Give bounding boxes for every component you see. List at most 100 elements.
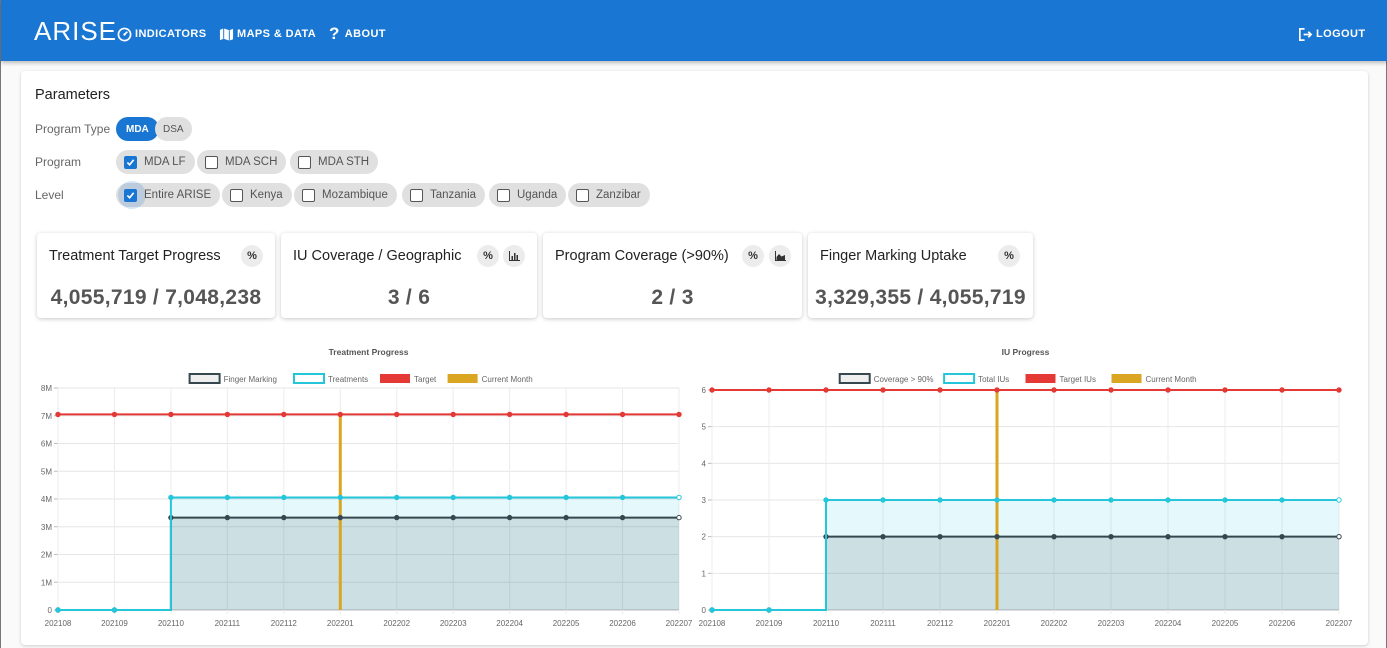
data-point [337,494,343,501]
data-point [281,494,287,501]
bar-chart-icon[interactable] [503,245,525,267]
question-icon: ? [329,24,340,43]
stat-title: Program Coverage (>90%) [555,248,729,264]
data-point [281,411,287,418]
data-point [281,514,287,521]
data-point [619,494,626,501]
data-point [994,497,1000,503]
data-point [1165,533,1171,540]
chip-label: Mozambique [322,189,388,201]
data-point [823,387,829,393]
data-point [1279,497,1285,503]
x-tick-label: 202201 [327,619,354,628]
y-tick-label: 3M [41,523,52,532]
chip-program-mda-sth[interactable]: MDA STH [290,150,379,174]
data-point [880,497,886,503]
y-tick-label: 8M [41,384,52,393]
chip-program-mda-lf[interactable]: MDA LF [116,150,195,174]
legend-swatch [293,373,325,384]
data-point [1336,387,1342,393]
nav-indicators[interactable]: INDICATORS [117,26,206,42]
chip-level-kenya[interactable]: Kenya [222,183,292,207]
stat-title: Finger Marking Uptake [820,248,967,264]
data-point [880,387,886,393]
data-point [766,607,772,613]
chip-label: Entire ARISE [144,189,212,201]
x-tick-label: 202112 [271,619,298,628]
nav-about[interactable]: ? ABOUT [329,24,386,43]
data-point [55,607,61,613]
checkbox-icon [230,188,243,202]
data-point [1165,387,1171,393]
data-point [224,494,231,501]
nav-about-label: ABOUT [344,28,386,40]
x-tick-label: 202206 [609,619,636,628]
legend-label: Treatments [328,375,368,384]
y-tick-label: 1M [41,578,52,587]
checkbox-icon [205,155,218,169]
x-tick-label: 202110 [158,619,185,628]
chip-level-entire-arise[interactable]: Entire ARISE [116,181,221,209]
percent-icon[interactable]: % [742,245,764,267]
stat-value: 3 / 6 [387,286,431,309]
data-point [1051,387,1057,393]
data-point [1108,497,1114,503]
x-tick-label: 202112 [927,619,954,628]
data-point [394,411,400,418]
data-point [450,411,456,418]
chip-program-type-mda[interactable]: MDA [116,117,159,141]
legend-label: Coverage > 90% [874,375,934,384]
data-point [563,494,569,501]
data-point [394,494,400,501]
data-point [111,607,118,613]
data-point [111,411,118,418]
y-tick-label: 0 [702,606,707,615]
chip-label: Tanzania [430,189,477,201]
chip-label: Kenya [250,189,283,201]
chip-label: MDA STH [318,156,370,168]
data-point [224,411,231,418]
y-tick-label: 4M [41,495,52,504]
data-point [1051,533,1057,540]
y-tick-label: 6M [41,440,52,449]
chip-level-zanzibar[interactable]: Zanzibar [568,183,650,207]
data-point [994,387,1000,393]
brand-logo[interactable]: ARISE [34,16,117,47]
data-point [676,494,682,501]
percent-icon[interactable]: % [998,245,1020,267]
treatment-progress-chart: Treatment Progress Finger Marking Treatmen… [21,346,693,641]
chip-program-mda-sch[interactable]: MDA SCH [197,150,287,174]
chip-level-tanzania[interactable]: Tanzania [402,183,486,207]
chip-level-mozambique[interactable]: Mozambique [294,183,397,207]
data-point [994,533,1000,540]
app-bar: ARISE INDICATORS MAPS & DATA ? ABOUT LOG… [1,0,1387,61]
stat-value: 4,055,719 / 7,048,238 [50,286,262,309]
chip-program-type-dsa[interactable]: DSA [155,117,192,141]
percent-icon[interactable]: % [241,245,263,267]
data-point [709,607,715,613]
iu-progress-svg: IU Progress Coverage > 90% Total IUs Target… [699,347,1353,628]
x-tick-label: 202203 [440,619,467,628]
legend-swatch [943,373,976,384]
data-point [619,514,626,521]
data-point [337,514,343,521]
percent-icon[interactable]: % [477,245,499,267]
x-tick-label: 202202 [1041,619,1068,628]
x-tick-label: 202207 [1326,619,1353,628]
checkbox-icon [298,155,311,169]
program-type-label: Program Type [35,122,111,136]
nav-maps-data[interactable]: MAPS & DATA [219,26,316,42]
chip-level-uganda[interactable]: Uganda [489,183,567,207]
legend-swatch [838,373,871,384]
y-tick-label: 5 [702,423,707,432]
legend-label: Target [414,375,437,384]
data-point [880,533,886,540]
logout-button[interactable]: LOGOUT [1298,26,1365,42]
y-tick-label: 7M [41,412,52,421]
legend-swatch [1025,374,1056,383]
data-point [337,411,343,418]
chip-label: MDA LF [144,156,186,168]
legend-label: Current Month [1146,375,1197,384]
data-point [937,533,943,540]
area-chart-icon[interactable] [769,245,791,267]
